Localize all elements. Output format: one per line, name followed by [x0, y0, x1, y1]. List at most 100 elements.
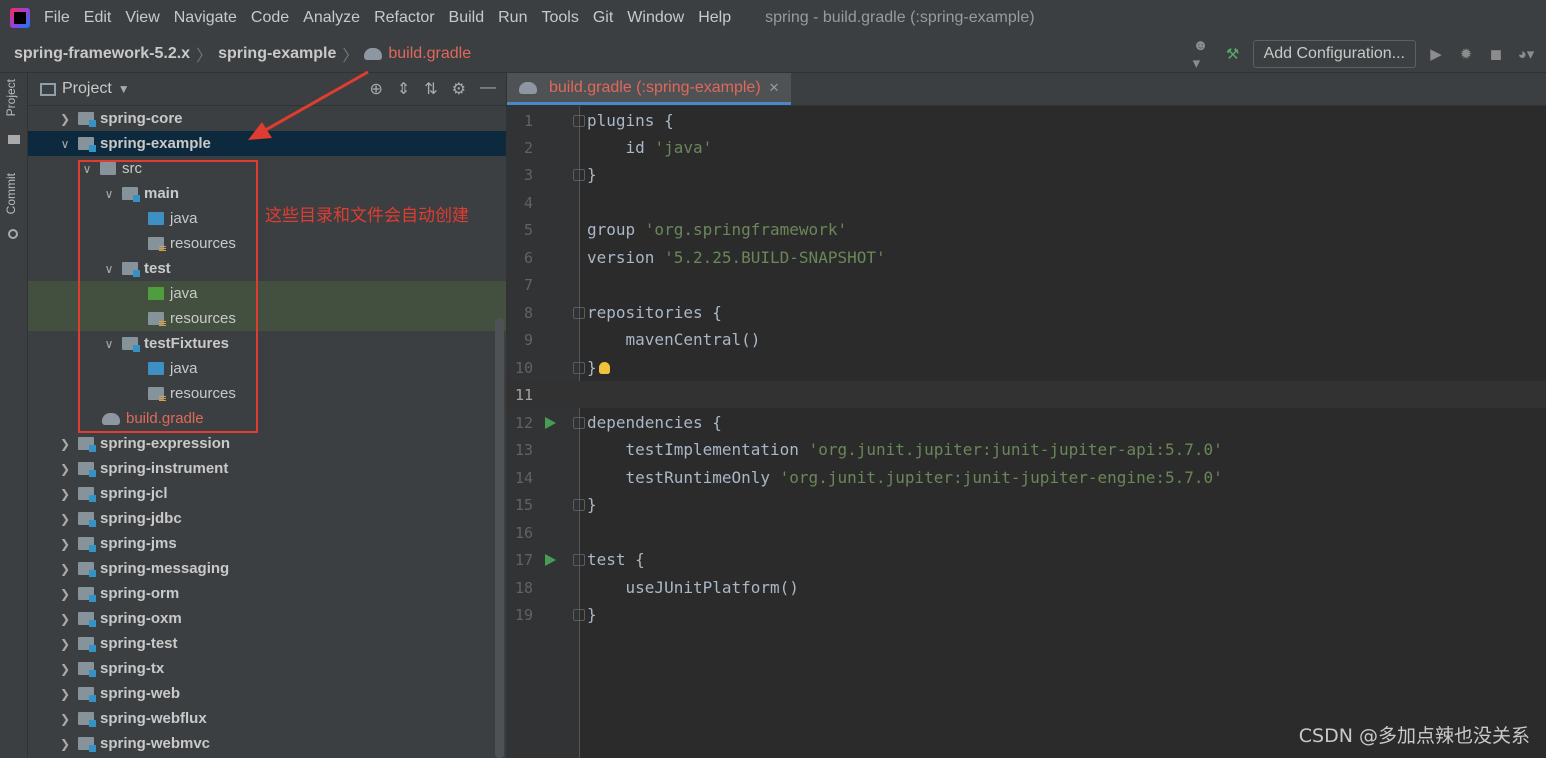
- commit-tool-tab[interactable]: Commit: [4, 173, 18, 214]
- code-editor[interactable]: 1 plugins { 2 id 'java' 3} 4 5 group 'org.…: [507, 106, 1546, 758]
- tree-item-spring-oxm[interactable]: ❯ spring-oxm: [28, 606, 506, 631]
- tree-item-spring-web[interactable]: ❯ spring-web: [28, 681, 506, 706]
- menu-run[interactable]: Run: [498, 9, 527, 27]
- breadcrumb-project[interactable]: spring-framework-5.2.x: [14, 45, 190, 63]
- menu-code[interactable]: Code: [251, 9, 289, 27]
- menu-edit[interactable]: Edit: [84, 9, 112, 27]
- project-tool-tab[interactable]: Project: [4, 79, 18, 116]
- chevron-right-icon[interactable]: ❯: [58, 687, 72, 701]
- tree-item-label: spring-webmvc: [100, 735, 211, 752]
- minimize-icon[interactable]: —: [480, 79, 496, 99]
- menu-navigate[interactable]: Navigate: [174, 9, 237, 27]
- line-number: 11: [514, 385, 533, 404]
- tree-item-spring-webflux[interactable]: ❯ spring-webflux: [28, 706, 506, 731]
- tree-item-spring-jcl[interactable]: ❯ spring-jcl: [28, 481, 506, 506]
- chevron-right-icon[interactable]: ❯: [58, 637, 72, 651]
- chevron-right-icon[interactable]: ❯: [58, 512, 72, 526]
- tree-item-label: spring-core: [100, 110, 183, 127]
- fold-icon[interactable]: [573, 416, 585, 429]
- chevron-down-icon[interactable]: ∨: [58, 137, 72, 151]
- fold-icon[interactable]: [573, 114, 585, 127]
- code-line: 19}: [507, 601, 1546, 628]
- project-pane-title[interactable]: Project: [62, 80, 112, 98]
- code-text: group 'org.springframework': [587, 220, 848, 239]
- fold-icon[interactable]: [573, 498, 585, 511]
- chevron-right-icon[interactable]: ❯: [58, 487, 72, 501]
- tree-item-spring-messaging[interactable]: ❯ spring-messaging: [28, 556, 506, 581]
- menu-tools[interactable]: Tools: [541, 9, 578, 27]
- gear-icon[interactable]: ⚙: [452, 79, 466, 99]
- tab-build-gradle[interactable]: build.gradle (:spring-example) ✕: [507, 73, 791, 105]
- menu-refactor[interactable]: Refactor: [374, 9, 434, 27]
- tree-item-spring-orm[interactable]: ❯ spring-orm: [28, 581, 506, 606]
- chevron-right-icon[interactable]: ❯: [58, 537, 72, 551]
- coverage-icon[interactable]: ◼: [1486, 44, 1506, 64]
- chevron-right-icon[interactable]: ❯: [58, 112, 72, 126]
- chevron-down-icon[interactable]: ▼: [118, 82, 130, 96]
- breadcrumb-file-label: build.gradle: [388, 45, 472, 62]
- tree-item-spring-test[interactable]: ❯ spring-test: [28, 631, 506, 656]
- menu-git[interactable]: Git: [593, 9, 613, 27]
- module-folder-icon: [78, 487, 96, 502]
- code-text: }: [587, 605, 597, 624]
- add-configuration-button[interactable]: Add Configuration...: [1252, 40, 1416, 68]
- close-icon[interactable]: ✕: [769, 80, 780, 96]
- code-line: 5 group 'org.springframework': [507, 216, 1546, 243]
- line-number: 15: [514, 495, 533, 514]
- lightbulb-icon[interactable]: [599, 361, 610, 374]
- fold-icon[interactable]: [573, 168, 585, 181]
- code-text: plugins {: [587, 111, 674, 130]
- run-gutter-icon[interactable]: [545, 553, 556, 566]
- tree-item-spring-expression[interactable]: ❯ spring-expression: [28, 431, 506, 456]
- chevron-right-icon[interactable]: ❯: [58, 562, 72, 576]
- locate-icon[interactable]: ⊕: [369, 79, 382, 99]
- line-number: 2: [523, 138, 533, 157]
- menu-build[interactable]: Build: [449, 9, 485, 27]
- user-icon[interactable]: ☻▾: [1193, 37, 1213, 72]
- breadcrumb-separator-icon: 〉: [196, 48, 213, 65]
- chevron-right-icon[interactable]: ❯: [58, 462, 72, 476]
- code-text: testImplementation 'org.junit.jupiter:ju…: [587, 440, 1223, 459]
- debug-icon[interactable]: ✹: [1456, 44, 1476, 64]
- menu-file[interactable]: File: [44, 9, 70, 27]
- tree-item-spring-jdbc[interactable]: ❯ spring-jdbc: [28, 506, 506, 531]
- toolbar: ☻▾ ⚒ Add Configuration... ▶ ✹ ◼ ◕▾: [1193, 37, 1536, 72]
- tree-item-label: spring-jms: [100, 535, 177, 552]
- chevron-right-icon[interactable]: ❯: [58, 712, 72, 726]
- profile-icon[interactable]: ◕▾: [1516, 44, 1536, 64]
- tree-item-spring-jms[interactable]: ❯ spring-jms: [28, 531, 506, 556]
- module-folder-icon: [78, 437, 96, 452]
- chevron-right-icon[interactable]: ❯: [58, 737, 72, 751]
- tree-item-spring-core[interactable]: ❯ spring-core: [28, 106, 506, 131]
- menu-window[interactable]: Window: [627, 9, 684, 27]
- fold-icon[interactable]: [573, 553, 585, 566]
- chevron-right-icon[interactable]: ❯: [58, 612, 72, 626]
- chevron-right-icon[interactable]: ❯: [58, 662, 72, 676]
- tree-item-spring-tx[interactable]: ❯ spring-tx: [28, 656, 506, 681]
- fold-icon[interactable]: [573, 608, 585, 621]
- build-hammer-icon[interactable]: ⚒: [1223, 44, 1243, 64]
- menu-view[interactable]: View: [125, 9, 159, 27]
- run-gutter-icon[interactable]: [545, 416, 556, 429]
- line-number: 18: [514, 578, 533, 597]
- chevron-right-icon[interactable]: ❯: [58, 437, 72, 451]
- breadcrumb-module[interactable]: spring-example: [218, 45, 336, 63]
- breadcrumb-file[interactable]: build.gradle: [364, 45, 471, 63]
- collapse-all-icon[interactable]: ⇅: [424, 79, 437, 99]
- module-folder-icon: [78, 587, 96, 602]
- run-icon[interactable]: ▶: [1426, 44, 1446, 64]
- tree-item-spring-webmvc[interactable]: ❯ spring-webmvc: [28, 731, 506, 756]
- fold-icon[interactable]: [573, 361, 585, 374]
- tree-item-spring-example[interactable]: ∨ spring-example: [28, 131, 506, 156]
- expand-all-icon[interactable]: ⇕: [397, 79, 410, 99]
- fold-icon[interactable]: [573, 306, 585, 319]
- tree-item-label: spring-oxm: [100, 610, 182, 627]
- line-number: 5: [523, 220, 533, 239]
- menu-analyze[interactable]: Analyze: [303, 9, 360, 27]
- chevron-right-icon[interactable]: ❯: [58, 587, 72, 601]
- project-scrollbar[interactable]: [495, 318, 504, 758]
- tree-item-spring-instrument[interactable]: ❯ spring-instrument: [28, 456, 506, 481]
- module-folder-icon: [78, 712, 96, 727]
- code-line: 6 version '5.2.25.BUILD-SNAPSHOT': [507, 244, 1546, 271]
- menu-help[interactable]: Help: [698, 9, 731, 27]
